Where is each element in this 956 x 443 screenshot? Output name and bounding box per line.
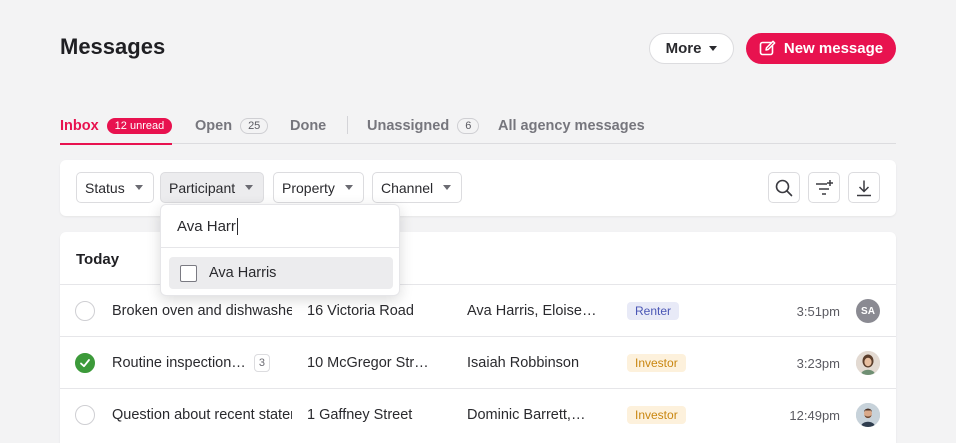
filter-add-icon: [816, 179, 833, 195]
add-filter-button[interactable]: [808, 172, 840, 203]
tab-label: Done: [290, 118, 327, 134]
caret-down-icon: [245, 185, 254, 190]
tab-open[interactable]: Open 25: [195, 116, 269, 136]
participant-search-text: Ava Harr: [177, 217, 236, 235]
mark-done-checkbox[interactable]: [75, 353, 95, 373]
message-subject-cell: Routine inspection… 3: [112, 337, 292, 389]
caret-down-icon: [709, 46, 718, 51]
mark-done-checkbox[interactable]: [75, 405, 95, 425]
message-subject: Routine inspection…: [112, 355, 246, 371]
check-icon: [80, 359, 90, 368]
caret-down-icon: [344, 185, 353, 190]
option-label: Ava Harris: [209, 265, 277, 281]
role-cell: Investor: [627, 389, 686, 441]
role-badge: Investor: [627, 354, 686, 372]
tab-label: All agency messages: [498, 118, 645, 134]
participant-option[interactable]: Ava Harris: [169, 257, 393, 289]
status-filter[interactable]: Status: [76, 172, 154, 203]
caret-down-icon: [443, 185, 452, 190]
participant-search-input[interactable]: Ava Harr: [161, 205, 399, 248]
table-row[interactable]: Routine inspection… 3 10 McGregor Str… I…: [60, 336, 896, 388]
mark-done-checkbox[interactable]: [75, 301, 95, 321]
property-address: 10 McGregor Str…: [307, 355, 429, 371]
more-button[interactable]: More: [649, 33, 734, 64]
search-button[interactable]: [768, 172, 800, 203]
participants: Isaiah Robbinson: [467, 355, 580, 371]
text-cursor: [236, 217, 238, 235]
count-badge: 25: [240, 118, 269, 134]
message-time: 3:51pm: [796, 303, 840, 319]
filter-label: Property: [282, 179, 335, 196]
new-message-button[interactable]: New message: [746, 33, 896, 64]
tab-divider: [347, 116, 348, 134]
role-badge: Investor: [627, 406, 686, 424]
person-photo-icon: [856, 351, 880, 375]
section-title: Today: [76, 251, 120, 268]
count-badge: 6: [457, 118, 480, 134]
unread-badge: 12 unread: [106, 118, 173, 134]
participant-filter[interactable]: Participant: [160, 172, 265, 203]
download-button[interactable]: [848, 172, 880, 203]
message-time: 12:49pm: [789, 407, 840, 423]
search-icon: [775, 179, 793, 196]
channel-filter[interactable]: Channel: [372, 172, 463, 203]
role-cell: Investor: [627, 337, 686, 389]
tab-label: Unassigned: [367, 118, 450, 134]
participants: Dominic Barrett,…: [467, 407, 586, 423]
role-badge: Renter: [627, 302, 680, 320]
tab-all-agency-messages[interactable]: All agency messages: [498, 116, 645, 136]
message-tabs: Inbox 12 unread Open 25 Done Unassigned …: [60, 112, 896, 145]
filter-label: Participant: [169, 179, 236, 196]
message-subject: Question about recent statement: [112, 407, 292, 423]
filter-label: Status: [85, 179, 125, 196]
tab-done[interactable]: Done: [290, 116, 326, 136]
caret-down-icon: [134, 185, 143, 190]
option-checkbox[interactable]: [180, 264, 197, 282]
avatar: SA: [856, 299, 880, 323]
tab-label: Open: [195, 118, 233, 134]
tab-unassigned[interactable]: Unassigned 6: [367, 116, 480, 136]
edit-icon: [759, 40, 776, 56]
property-filter[interactable]: Property: [273, 172, 364, 203]
new-message-label: New message: [783, 40, 884, 57]
avatar: [856, 351, 880, 375]
download-icon: [857, 180, 871, 196]
table-row[interactable]: Question about recent statement 1 Gaffne…: [60, 388, 896, 440]
avatar: [856, 403, 880, 427]
filter-label: Channel: [381, 179, 434, 196]
tab-label: Inbox: [60, 118, 99, 134]
participants: Ava Harris, Eloise…: [467, 303, 597, 319]
message-time: 3:23pm: [796, 355, 840, 371]
person-photo-icon: [856, 403, 880, 427]
more-button-label: More: [665, 40, 702, 57]
thread-count: 3: [253, 354, 270, 372]
property-address: 1 Gaffney Street: [307, 407, 413, 423]
participant-dropdown: Ava Harr Ava Harris: [160, 204, 400, 296]
page-title: Messages: [60, 34, 166, 59]
tab-inbox[interactable]: Inbox 12 unread: [60, 116, 173, 145]
role-cell: Renter: [627, 285, 680, 337]
